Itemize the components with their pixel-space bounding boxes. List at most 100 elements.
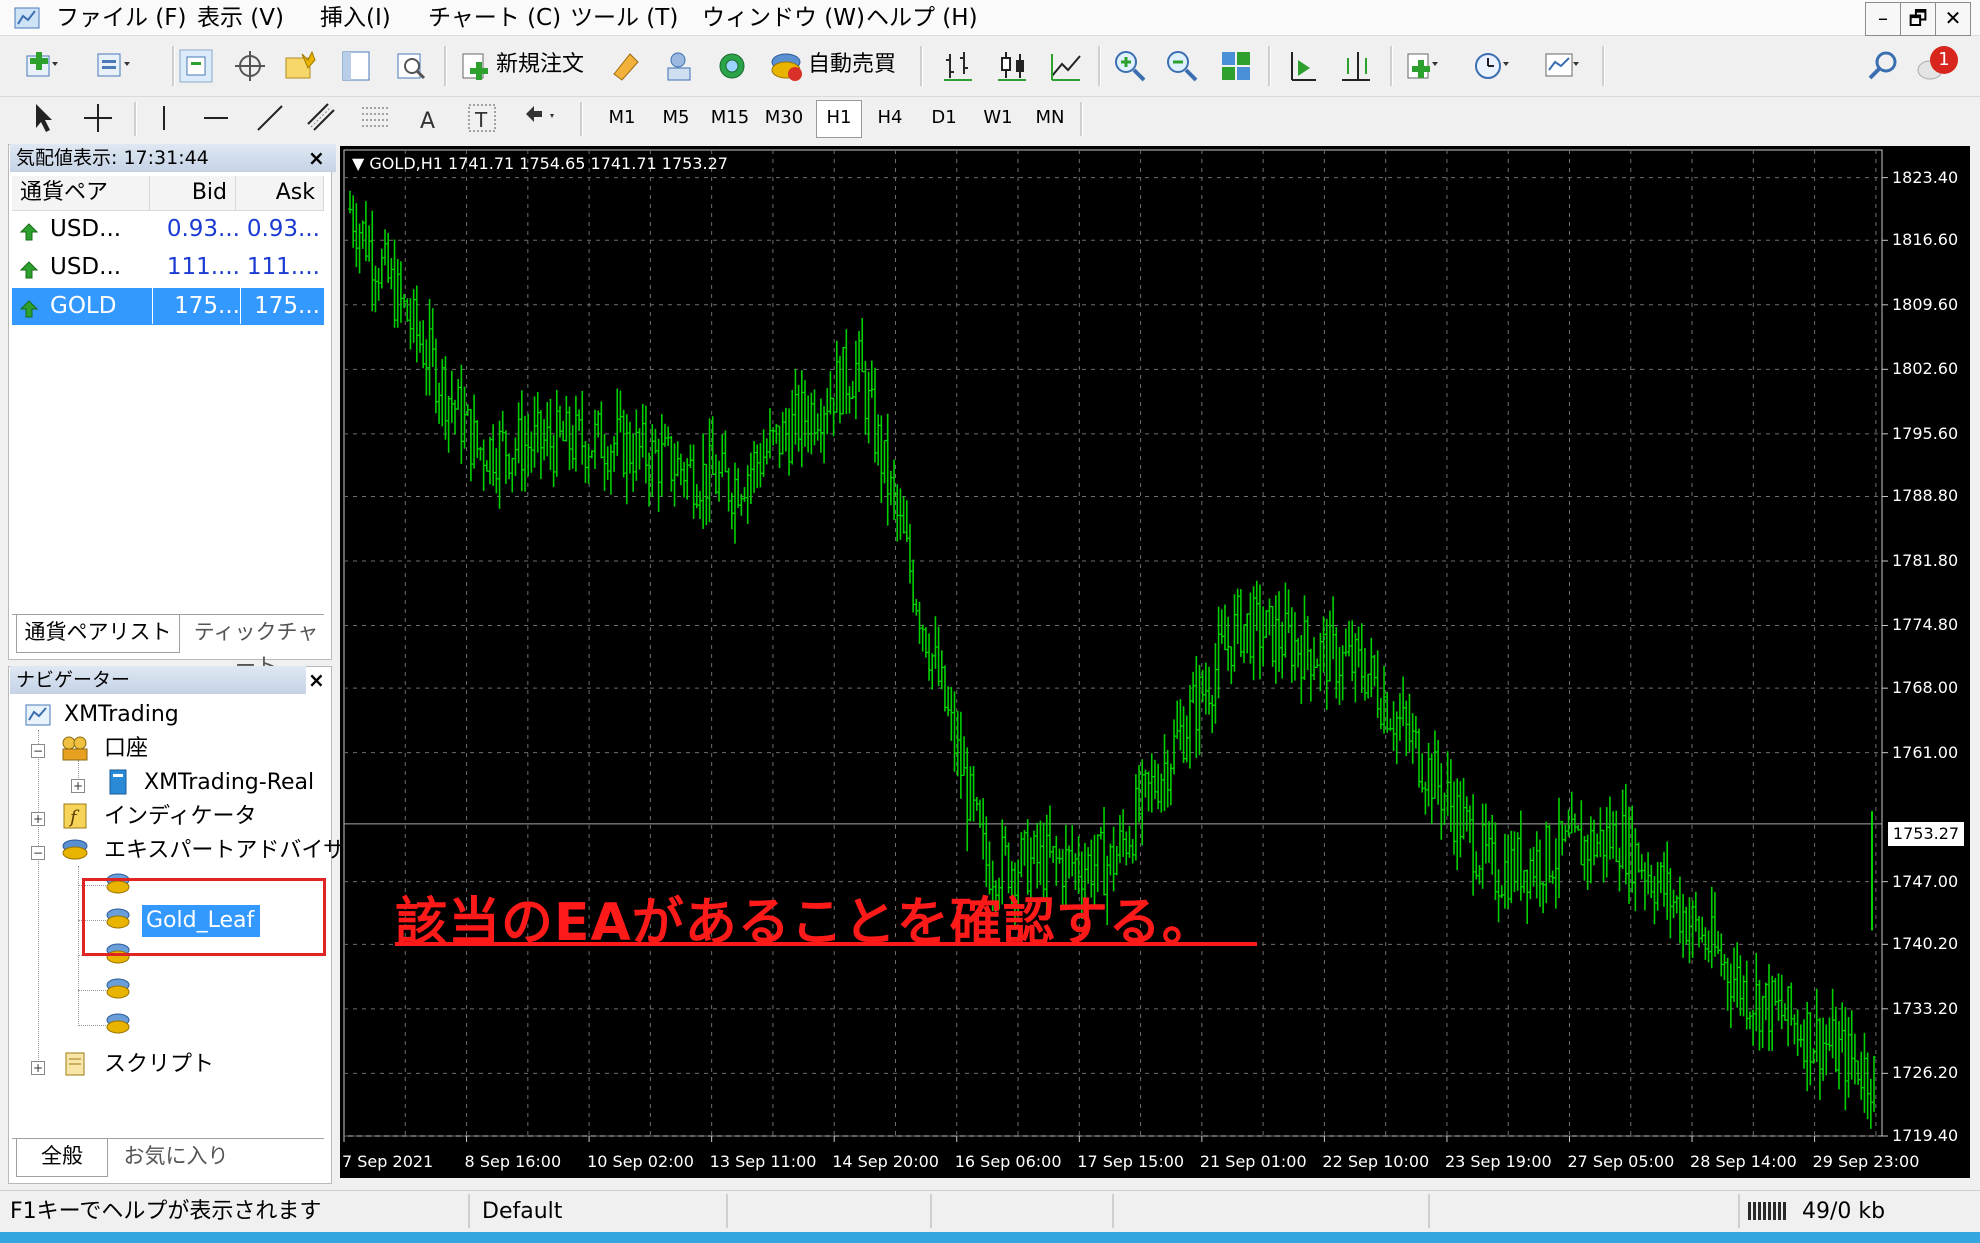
timeframe-m1[interactable]: M1	[600, 104, 644, 132]
zoom-out-icon[interactable]	[1164, 48, 1200, 84]
candlestick-chart-icon[interactable]	[994, 48, 1030, 84]
ask-cell: 111....	[246, 254, 320, 280]
indicators-list-icon[interactable]	[1404, 48, 1440, 84]
timeframe-h1[interactable]: H1	[816, 100, 862, 138]
navigator-close-icon[interactable]: ×	[308, 666, 325, 694]
signals-icon[interactable]	[662, 48, 698, 84]
up-arrow-icon	[20, 261, 38, 279]
up-arrow-icon	[20, 300, 38, 318]
fibonacci-icon[interactable]	[358, 100, 394, 136]
bar-chart-icon[interactable]	[940, 48, 976, 84]
minimize-button[interactable]: –	[1865, 2, 1901, 36]
market-icon[interactable]	[714, 48, 750, 84]
tile-windows-icon[interactable]	[1218, 48, 1254, 84]
connection-icon	[1748, 1202, 1786, 1220]
timeframe-h4[interactable]: H4	[868, 104, 912, 132]
tree-item-expert-advisors[interactable]: エキスパートアドバイザ	[104, 836, 345, 866]
price-tick-label: 1795.60	[1892, 423, 1959, 443]
equidistant-channel-icon[interactable]	[304, 100, 340, 136]
arrows-icon[interactable]	[520, 100, 556, 136]
price-tick-label: 1781.80	[1892, 550, 1959, 570]
menu-insert[interactable]: 挿入(I)	[320, 4, 391, 32]
menu-chart[interactable]: チャート (C)	[428, 4, 561, 32]
timeframe-mn[interactable]: MN	[1028, 104, 1072, 132]
menu-file[interactable]: ファイル (F)	[56, 4, 187, 32]
restore-button[interactable]: 🗗	[1900, 2, 1936, 36]
close-button[interactable]: ✕	[1935, 2, 1971, 36]
metaeditor-icon[interactable]	[608, 48, 644, 84]
column-header-bid[interactable]: Bid	[150, 176, 236, 211]
menu-help[interactable]: ヘルプ (H)	[866, 4, 978, 32]
tree-item-root[interactable]: XMTrading	[64, 700, 179, 730]
text-label-icon[interactable]: T	[464, 100, 500, 136]
auto-scroll-icon[interactable]	[1284, 48, 1320, 84]
tab-common[interactable]: 全般	[16, 1139, 108, 1177]
text-icon[interactable]: A	[410, 100, 446, 136]
indicators-icon: f	[63, 803, 87, 829]
tab-tick-chart[interactable]: ティックチャート	[184, 615, 328, 678]
horizontal-line-icon[interactable]	[198, 100, 234, 136]
menu-tools[interactable]: ツール (T)	[570, 4, 678, 32]
chart-menu-arrow-icon[interactable]: ▼	[352, 154, 364, 173]
price-chart[interactable]	[340, 146, 1970, 1178]
market-watch-toggle-icon[interactable]	[178, 48, 214, 84]
ea-icon[interactable]	[104, 1010, 134, 1038]
column-header-symbol[interactable]: 通貨ペア	[12, 176, 150, 211]
up-arrow-icon	[20, 223, 38, 241]
menu-view[interactable]: 表示 (V)	[197, 4, 284, 32]
auto-trading-label: 自動売買	[808, 52, 897, 77]
expand-server-icon[interactable]: +	[71, 779, 85, 793]
crosshair-icon[interactable]	[80, 100, 116, 136]
chart-shift-icon[interactable]	[1338, 48, 1374, 84]
ea-icon[interactable]	[104, 975, 134, 1003]
navigator-toggle-icon[interactable]	[282, 48, 318, 84]
time-tick-label: 23 Sep 19:00	[1444, 1152, 1552, 1171]
timeframe-w1[interactable]: W1	[976, 104, 1020, 132]
market-watch-close-icon[interactable]: ×	[308, 144, 325, 172]
timeframe-m30[interactable]: M30	[762, 104, 806, 132]
timeframe-d1[interactable]: D1	[922, 104, 966, 132]
time-tick-label: 7 Sep 2021	[342, 1152, 434, 1171]
price-tick-label: 1809.60	[1892, 294, 1959, 314]
table-row[interactable]: USD... 111.... 111....	[12, 249, 324, 286]
profiles-icon[interactable]	[94, 48, 130, 84]
trendline-icon[interactable]	[252, 100, 288, 136]
price-tick-label: 1788.80	[1892, 486, 1959, 506]
expand-indicators-icon[interactable]: +	[31, 812, 45, 826]
collapse-accounts-icon[interactable]: −	[31, 744, 45, 758]
templates-icon[interactable]	[1544, 48, 1580, 84]
periods-icon[interactable]	[1474, 48, 1510, 84]
chart-window[interactable]	[340, 146, 1970, 1178]
zoom-in-icon[interactable]	[1112, 48, 1148, 84]
auto-trading-button[interactable]: 自動売買	[764, 46, 914, 86]
new-order-button[interactable]: 新規注文	[456, 46, 596, 86]
time-tick-label: 10 Sep 02:00	[587, 1152, 694, 1171]
tab-favorites[interactable]: お気に入り	[112, 1139, 240, 1175]
tree-item-indicators[interactable]: インディケータ	[104, 802, 256, 832]
tree-item-accounts[interactable]: 口座	[104, 734, 148, 764]
new-chart-icon[interactable]	[22, 48, 58, 84]
table-row-selected[interactable]: GOLD 175... 175...	[12, 288, 324, 325]
tree-item-scripts[interactable]: スクリプト	[104, 1050, 214, 1080]
cursor-icon[interactable]	[24, 100, 60, 136]
market-watch-title: 気配値表示: 17:31:44	[10, 144, 336, 172]
collapse-experts-icon[interactable]: −	[31, 846, 45, 860]
tab-symbols[interactable]: 通貨ペアリスト	[16, 615, 180, 653]
data-window-icon[interactable]	[232, 48, 268, 84]
search-icon[interactable]	[1866, 48, 1902, 84]
status-profile[interactable]: Default	[482, 1197, 562, 1227]
menu-window[interactable]: ウィンドウ (W)	[702, 4, 865, 32]
status-traffic: 49/0 kb	[1802, 1199, 1886, 1224]
taskbar-strip	[0, 1232, 1980, 1243]
strategy-tester-icon[interactable]	[392, 48, 428, 84]
line-chart-icon[interactable]	[1048, 48, 1084, 84]
timeframe-m5[interactable]: M5	[654, 104, 698, 132]
table-row[interactable]: USD... 0.93... 0.93...	[12, 211, 324, 248]
tree-item-account-server[interactable]: XMTrading-Real	[144, 768, 314, 798]
vertical-line-icon[interactable]	[146, 100, 182, 136]
timeframe-m15[interactable]: M15	[708, 104, 752, 132]
column-header-ask[interactable]: Ask	[236, 176, 324, 211]
expand-scripts-icon[interactable]: +	[31, 1061, 45, 1075]
notifications-button[interactable]: 1	[1916, 46, 1960, 86]
terminal-toggle-icon[interactable]	[338, 48, 374, 84]
